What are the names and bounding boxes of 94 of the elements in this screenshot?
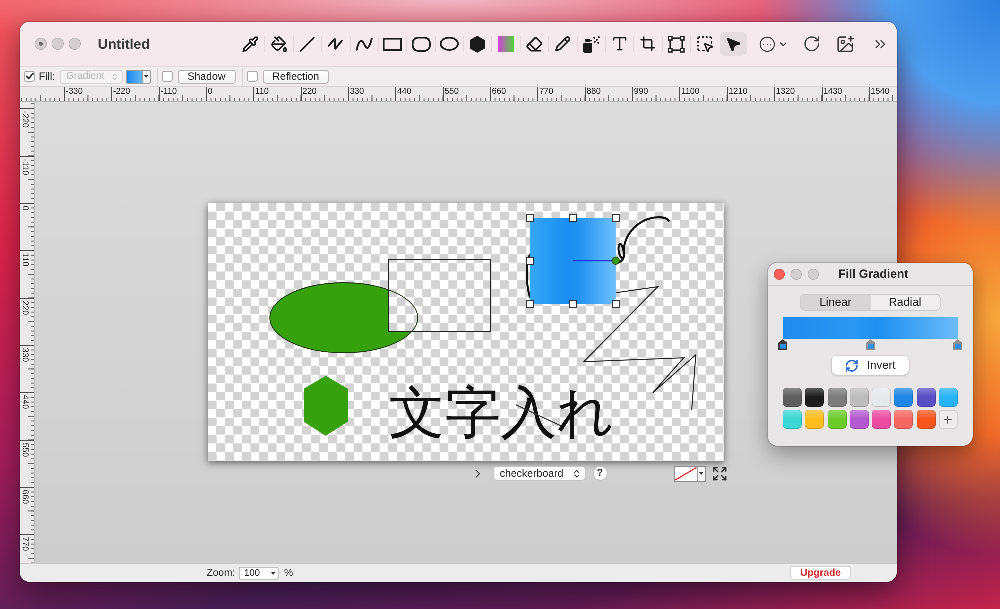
help-button[interactable]: ? — [592, 466, 608, 481]
ruler-label: -220 — [113, 87, 132, 96]
crop-icon — [640, 36, 656, 52]
check-icon — [26, 73, 34, 80]
selection-handle[interactable] — [569, 214, 577, 222]
eyedropper-icon — [242, 36, 260, 52]
add-preset-button[interactable] — [938, 410, 958, 429]
text-icon — [610, 35, 629, 53]
more-icon — [759, 36, 776, 52]
ruler-label: 990 — [634, 87, 650, 96]
spray-can-icon — [582, 36, 600, 52]
gradient-handle[interactable] — [612, 257, 620, 265]
ruler-label: 1320 — [776, 87, 796, 96]
fill-label: Fill: — [39, 70, 56, 82]
pencil-icon — [554, 36, 571, 52]
ruler-label: 330 — [350, 87, 366, 96]
dashed-selection-icon — [696, 35, 714, 53]
caret-icon — [699, 472, 704, 475]
ruler-label: 550 — [444, 87, 460, 96]
refresh-icon — [845, 358, 860, 372]
ruler-label: 110 — [21, 253, 30, 267]
close-button[interactable] — [774, 268, 785, 280]
line-icon — [300, 36, 315, 52]
bounding-box-icon — [668, 36, 686, 52]
reflection-button[interactable]: Reflection — [262, 70, 330, 84]
rounded-rectangle-icon — [412, 36, 430, 52]
segment-tab[interactable]: Linear — [801, 295, 870, 310]
ruler-label: 1210 — [728, 87, 749, 96]
ruler-label: 660 — [492, 87, 508, 96]
rotate-icon — [803, 35, 821, 53]
rectangle-icon — [383, 38, 402, 50]
selection-handle[interactable] — [526, 257, 534, 265]
plus-icon — [942, 414, 954, 426]
updown-arrows-icon — [110, 72, 119, 80]
selection-handle[interactable] — [526, 214, 534, 222]
selection-handle[interactable] — [569, 300, 577, 308]
ruler-label: 770 — [21, 537, 30, 552]
ellipse-icon — [440, 37, 459, 51]
gradient-preset[interactable] — [916, 388, 936, 407]
ruler-label: 0 — [208, 87, 214, 96]
ruler-label: 0 — [21, 206, 30, 211]
panel-title: Fill Gradient — [838, 267, 908, 281]
ruler-label: -220 — [21, 111, 30, 128]
ruler-label: 330 — [21, 348, 30, 362]
background-popup[interactable]: checkerboard — [493, 466, 586, 481]
updown-arrows-icon — [572, 468, 582, 478]
zigzag-icon — [328, 37, 344, 51]
selection-handle[interactable] — [526, 300, 534, 308]
invert-button[interactable]: Invert — [832, 356, 909, 375]
selection-handle[interactable] — [612, 300, 620, 308]
hexagon-icon — [470, 36, 486, 52]
expand-icon[interactable] — [712, 466, 728, 482]
ruler-label: 880 — [586, 87, 602, 96]
stroke-color-well[interactable] — [674, 466, 706, 482]
percent-label: % — [284, 568, 294, 578]
zoom-label: Zoom: — [207, 568, 236, 578]
fill-color-well[interactable] — [126, 70, 151, 84]
ruler-label: -110 — [160, 87, 178, 96]
paint-bucket-icon — [270, 36, 288, 52]
selection-handle[interactable] — [612, 214, 620, 222]
gradient-preset[interactable] — [783, 388, 802, 407]
upgrade-button[interactable]: Upgrade — [790, 566, 851, 580]
ruler-label: 110 — [255, 87, 270, 96]
curve-icon — [356, 38, 373, 50]
zoom-field[interactable]: 100 — [239, 566, 280, 580]
shadow-button[interactable]: Shadow — [178, 70, 236, 84]
ruler-label: 1100 — [681, 87, 701, 96]
ruler-label: 1540 — [870, 87, 891, 96]
ruler-label: 440 — [397, 87, 413, 96]
ruler-label: 220 — [302, 87, 318, 96]
pointer-icon — [724, 36, 742, 52]
gradient-swatch-icon — [126, 70, 142, 82]
image-icon — [836, 34, 854, 54]
ruler-label: 660 — [21, 490, 30, 504]
caret-icon — [271, 572, 276, 574]
fill-checkbox[interactable] — [24, 71, 35, 82]
ruler-label: -110 — [21, 158, 30, 176]
gradient-preset[interactable] — [805, 388, 824, 407]
ruler-label: -330 — [66, 87, 84, 96]
close-button[interactable] — [35, 38, 47, 50]
ruler-label: 220 — [21, 300, 30, 315]
ruler-label: 550 — [21, 442, 30, 457]
gradient-swatch-icon — [498, 36, 514, 52]
caret-icon — [144, 75, 149, 78]
gradient-stop[interactable] — [778, 339, 788, 351]
slash-icon — [675, 466, 698, 480]
tool-button[interactable] — [720, 32, 747, 56]
ruler-label: 1430 — [824, 87, 844, 96]
shadow-checkbox[interactable] — [162, 71, 173, 82]
eraser-icon — [526, 36, 544, 52]
ruler-label: 440 — [21, 395, 30, 410]
window-title: Untitled — [98, 36, 150, 52]
ruler-label: 770 — [539, 87, 555, 96]
reflection-checkbox[interactable] — [246, 71, 258, 82]
